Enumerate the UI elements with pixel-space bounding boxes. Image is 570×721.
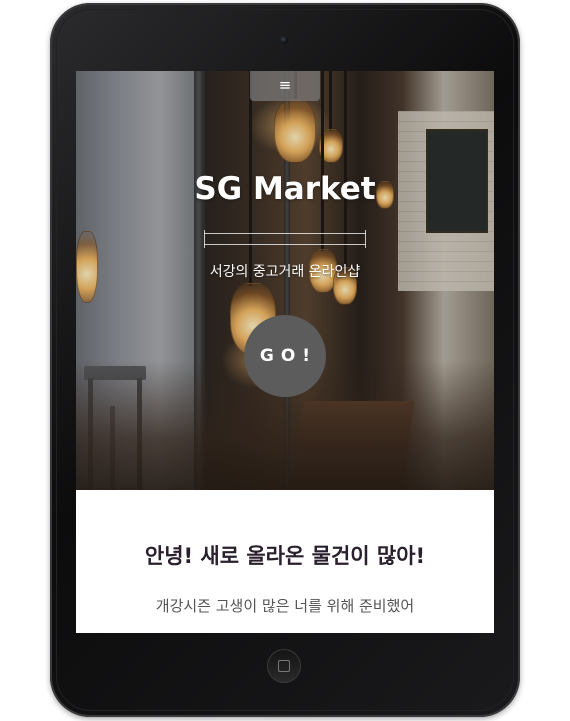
screen: ≡ SG Market 서강의 중고거래 온라인샵 GO! 안녕! 새로 올라온… [76, 71, 494, 633]
tablet-frame: ≡ SG Market 서강의 중고거래 온라인샵 GO! 안녕! 새로 올라온… [50, 3, 520, 717]
home-square-icon [278, 660, 290, 672]
intro-section: 안녕! 새로 올라온 물건이 많아! 개강시즌 고생이 많은 너를 위해 준비했… [76, 490, 494, 633]
site-tagline: 서강의 중고거래 온라인샵 [209, 264, 361, 280]
camera-icon [280, 36, 288, 44]
home-button-icon[interactable] [267, 649, 301, 683]
menu-button[interactable]: ≡ [250, 71, 320, 101]
go-button[interactable]: GO! [244, 315, 326, 397]
hamburger-icon: ≡ [278, 76, 292, 94]
site-title: SG Market [194, 171, 376, 207]
hero-banner: ≡ SG Market 서강의 중고거래 온라인샵 GO! [76, 71, 494, 490]
intro-subheading: 개강시즌 고생이 많은 너를 위해 준비했어 [155, 597, 415, 615]
intro-heading: 안녕! 새로 올라온 물건이 많아! [144, 544, 426, 568]
title-divider [204, 230, 366, 248]
